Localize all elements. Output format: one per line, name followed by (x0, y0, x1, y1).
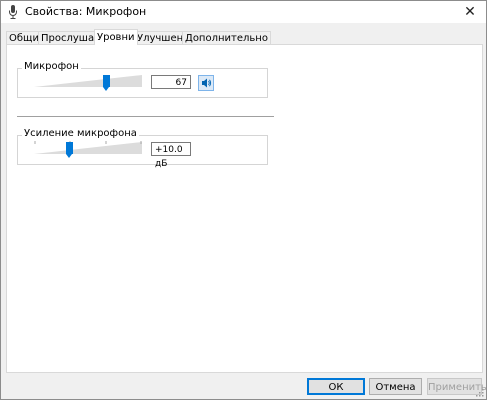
separator (17, 116, 274, 117)
microphone-value-field[interactable]: 67 (151, 75, 191, 89)
cancel-button[interactable]: Отмена (369, 378, 422, 395)
properties-window: Свойства: Микрофон ✕ Общие Прослушать Ур… (0, 0, 487, 400)
boost-slider-thumb[interactable] (66, 142, 74, 158)
tab-levels[interactable]: Уровни (94, 29, 138, 45)
close-icon: ✕ (464, 4, 476, 20)
window-title: Свойства: Микрофон (25, 5, 147, 18)
levels-panel: Микрофон 67 Усиление микрофона +10.0 дБ (6, 44, 483, 373)
microphone-icon (9, 5, 17, 19)
boost-label: Усиление микрофона (22, 128, 139, 139)
boost-group: Усиление микрофона +10.0 дБ (17, 128, 268, 169)
mute-button[interactable] (198, 75, 214, 91)
resize-grip[interactable] (474, 387, 484, 397)
close-button[interactable]: ✕ (454, 1, 486, 23)
microphone-slider-thumb[interactable] (102, 75, 110, 91)
microphone-group: Микрофон 67 (17, 61, 268, 98)
microphone-ticks (34, 75, 142, 87)
microphone-label: Микрофон (22, 61, 81, 72)
speaker-icon (202, 78, 212, 88)
ok-button[interactable]: ОК (307, 378, 365, 395)
boost-ticks (34, 141, 142, 154)
title-bar: Свойства: Микрофон ✕ (1, 1, 486, 23)
tab-advanced[interactable]: Дополнительно (182, 31, 271, 45)
boost-value-field[interactable]: +10.0 дБ (151, 142, 191, 169)
